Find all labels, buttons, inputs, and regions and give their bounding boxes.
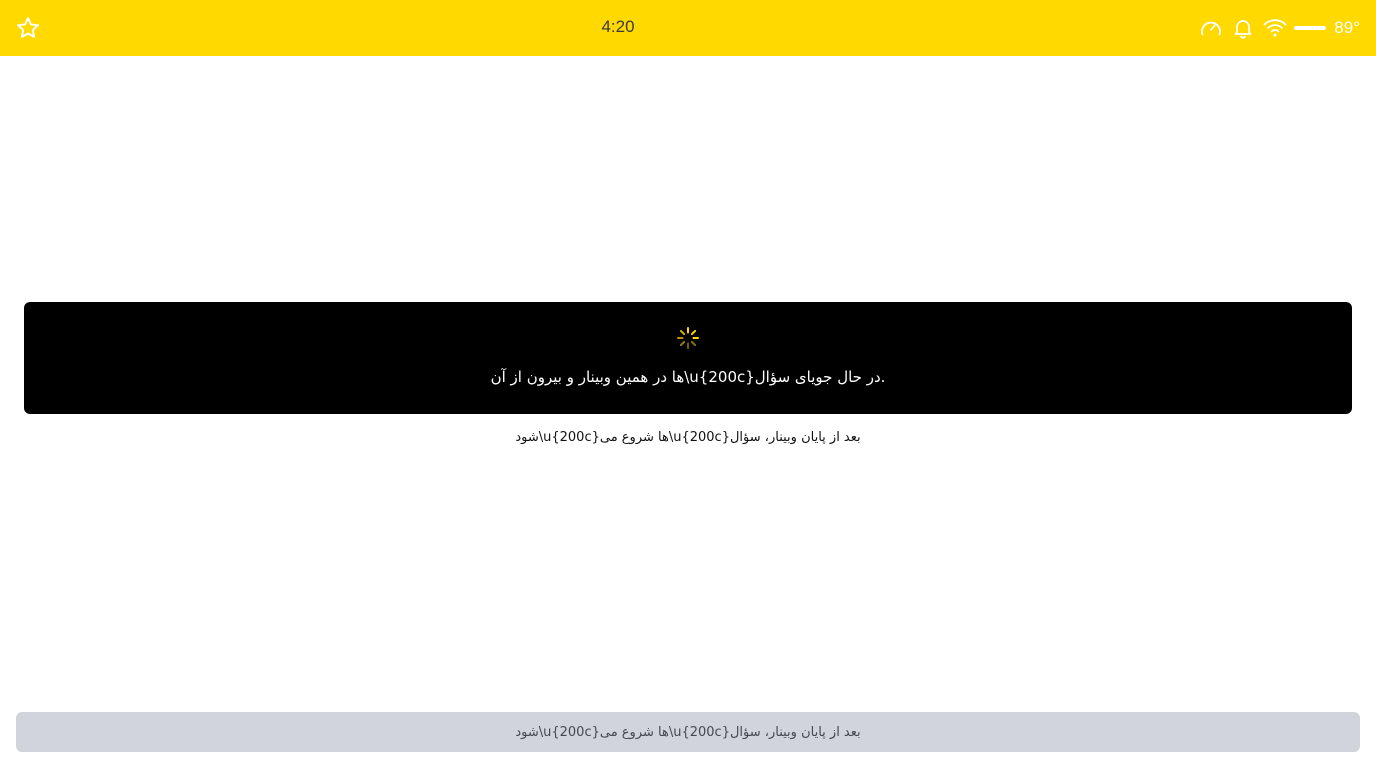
line-icon: [1294, 15, 1327, 41]
loading-message: ها در همین وبینار و بیرون از آن\u{200c}د…: [490, 368, 886, 386]
wifi-icon: [1262, 15, 1288, 41]
loading-card: ها در همین وبینار و بیرون از آن\u{200c}د…: [24, 302, 1352, 414]
bell-icon: [1230, 15, 1256, 41]
status-bar: 4:20 89°: [0, 0, 1376, 56]
speedometer-icon: [1198, 15, 1224, 41]
bottom-action-button[interactable]: شود\u{200c}ها شروع می\u{200c}بعد از پایا…: [16, 712, 1360, 752]
status-clock: 4:20: [601, 17, 635, 36]
temperature-readout: 89°: [1334, 18, 1360, 37]
info-subtitle: شود\u{200c}ها شروع می\u{200c}بعد از پایا…: [515, 430, 861, 445]
status-icons: 89°: [1192, 14, 1360, 42]
loading-spinner-icon: [677, 327, 699, 349]
